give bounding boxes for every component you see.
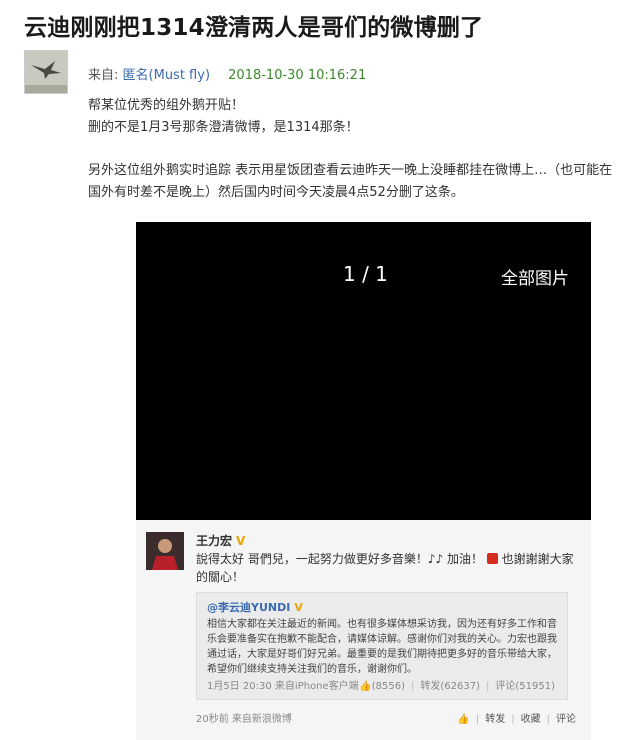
weibo-post-text: 說得太好 哥們兒，一起努力做更好多音樂！♪♪ 加油！ 也謝謝謝大家的關心！ (196, 550, 576, 586)
quoted-username[interactable]: @李云迪YUNDI V (207, 599, 303, 615)
weibo-username-text[interactable]: 王力宏 (196, 534, 232, 548)
person-avatar-icon (146, 532, 184, 570)
from-label: 来自: (88, 68, 119, 83)
like-icon[interactable]: 👍 (457, 714, 469, 725)
favorite-button[interactable]: 收藏 (521, 714, 541, 725)
weibo-source: 来自新浪微博 (231, 714, 292, 725)
author-avatar[interactable] (24, 50, 68, 94)
quoted-meta: 1月5日 20:30 来自iPhone客户端 (207, 677, 359, 692)
post-title: 云迪刚刚把1314澄清两人是哥们的微博删了 (24, 15, 484, 41)
verified-badge-icon: V (294, 601, 303, 614)
quoted-likes[interactable]: (8556) (372, 681, 405, 692)
image-viewer[interactable]: 1 / 1 全部图片 王力宏 V 說得太好 哥們兒，一起努力做更好多音樂！♪♪ 加… (136, 222, 591, 740)
verified-badge-icon: V (236, 534, 246, 548)
weibo-username[interactable]: 王力宏 V (196, 532, 245, 549)
red-envelope-icon (486, 553, 498, 564)
weibo-screenshot: 王力宏 V 說得太好 哥們兒，一起努力做更好多音樂！♪♪ 加油！ 也謝謝謝大家的關… (136, 520, 591, 740)
weibo-post-text-a: 說得太好 哥們兒，一起努力做更好多音樂！♪♪ 加油！ (196, 552, 483, 566)
post-line: 删的不是1月3号那条澄清微博，是1314那条！ (88, 120, 359, 135)
image-counter: 1 / 1 (343, 262, 388, 286)
post-paragraph: 另外这位组外鹅实时追踪 表示用星饭团查看云迪昨天一晚上没睡都挂在微博上…（也可能… (88, 163, 613, 200)
bird-avatar-icon (25, 51, 67, 93)
all-images-button[interactable]: 全部图片 (501, 264, 569, 289)
quoted-time: 1月5日 20:30 (207, 681, 272, 692)
quoted-weibo[interactable]: @李云迪YUNDI V 相信大家都在关注最近的新闻。也有很多媒体想采访我，因为还有… (196, 592, 568, 700)
quoted-stats: 👍(8556) | 转发(62637) | 评论(51951) (359, 681, 555, 692)
post-meta: 来自: 匿名(Must fly) 2018-10-30 10:16:21 (88, 64, 366, 83)
quoted-source: 来自iPhone客户端 (274, 681, 359, 692)
author-link[interactable]: 匿名(Must fly) (123, 68, 210, 83)
weibo-user-avatar (146, 532, 184, 570)
comment-button[interactable]: 评论 (556, 714, 576, 725)
repost-button[interactable]: 转发 (485, 714, 505, 725)
quoted-username-text[interactable]: @李云迪YUNDI (207, 601, 290, 614)
like-icon: 👍 (359, 681, 372, 692)
quoted-text: 相信大家都在关注最近的新闻。也有很多媒体想采访我，因为还有好多工作和音乐会要准备… (207, 619, 557, 675)
quoted-reposts[interactable]: 转发(62637) (420, 681, 480, 692)
weibo-time-ago: 20秒前 (196, 714, 229, 725)
post-line: 帮某位优秀的组外鹅开贴！ (88, 98, 245, 113)
post-date: 2018-10-30 10:16:21 (228, 68, 367, 83)
post-intro: 帮某位优秀的组外鹅开贴！ 删的不是1月3号那条澄清微博，是1314那条！ (88, 95, 623, 139)
quoted-comments[interactable]: 评论(51951) (495, 681, 555, 692)
